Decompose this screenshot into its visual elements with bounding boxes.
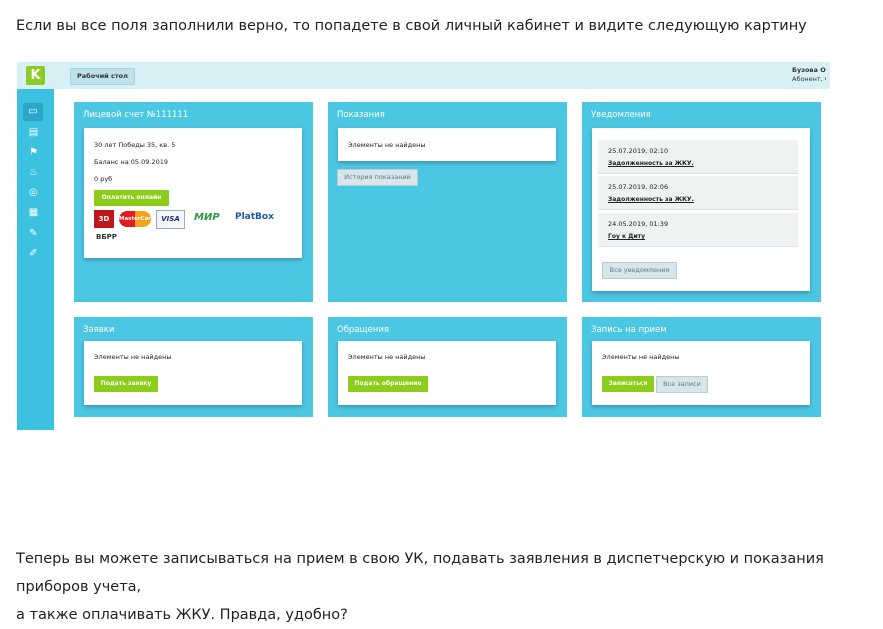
requests-title: Заявки — [83, 325, 115, 335]
tag-icon[interactable]: ✐ — [27, 247, 40, 260]
printer-icon[interactable]: ▦ — [27, 206, 40, 219]
readings-empty: Элементы не найдены — [348, 141, 426, 149]
outro-line-2: а также оплачивать ЖКУ. Правда, удобно? — [16, 607, 348, 623]
notification-link[interactable]: Задолженность за ЖКУ. — [608, 160, 694, 167]
appointment-title: Запись на прием — [591, 325, 667, 335]
notification-link[interactable]: Гоу к Диту — [608, 233, 645, 240]
notification-date: 25.07.2019, 02:06 — [608, 183, 669, 191]
balance-value: 0 руб — [94, 175, 113, 183]
cabinet-screenshot: K Рабочий стол Бузова О Абонент, С ▭ ▤ ⚑… — [17, 62, 830, 430]
notifications-title: Уведомления — [591, 110, 651, 120]
readings-card: Элементы не найдены — [338, 128, 556, 161]
all-notifications-button[interactable]: Все уведомления — [602, 262, 677, 279]
notification-link[interactable]: Задолженность за ЖКУ. — [608, 196, 694, 203]
submit-appeal-button[interactable]: Подать обращение — [348, 376, 428, 392]
user-name: Бузова О — [792, 66, 826, 74]
sidebar: ▭ ▤ ⚑ ♨ ◎ ▦ ✎ ✐ — [17, 89, 54, 430]
desktop-icon[interactable]: ▭ — [23, 103, 43, 121]
user-menu[interactable]: Бузова О Абонент, С — [792, 66, 826, 84]
breadcrumb-desktop[interactable]: Рабочий стол — [70, 68, 135, 85]
notifications-panel: Уведомления 25.07.2019, 02:10 Задолженно… — [582, 102, 821, 302]
requests-card: Элементы не найдены Подать заявку — [84, 341, 302, 405]
3d-secure-logo: 3D Secure — [94, 210, 121, 241]
appeals-title: Обращения — [337, 325, 389, 335]
flag-icon[interactable]: ⚑ — [27, 146, 40, 159]
signup-appointment-button[interactable]: Записаться — [602, 376, 654, 392]
submit-request-button[interactable]: Подать заявку — [94, 376, 158, 392]
visa-logo: VISA — [156, 210, 185, 229]
readings-panel: Показания Элементы не найдены История по… — [328, 102, 567, 302]
appeals-panel: Обращения Элементы не найдены Подать обр… — [328, 317, 567, 417]
mastercard-logo: MasterCard — [119, 211, 155, 227]
edit-icon[interactable]: ✎ — [27, 227, 40, 240]
balance-date: Баланс на 05.09.2019 — [94, 158, 168, 166]
appeals-empty: Элементы не найдены — [348, 353, 426, 361]
meter-icon[interactable]: ♨ — [27, 166, 40, 179]
requests-panel: Заявки Элементы не найдены Подать заявку — [74, 317, 313, 417]
payment-logos: 3D Secure MasterCard VISA МИР PlatBox ВБ… — [94, 210, 294, 250]
notifications-card: 25.07.2019, 02:10 Задолженность за ЖКУ. … — [592, 128, 810, 291]
outro-line-1: Теперь вы можете записываться на прием в… — [16, 551, 824, 595]
notification-date: 25.07.2019, 02:10 — [608, 147, 669, 155]
top-bar: K Рабочий стол Бузова О Абонент, С — [17, 62, 830, 89]
appointment-card: Элементы не найдены Записаться Все запис… — [592, 341, 810, 405]
pay-online-button[interactable]: Оплатить онлайн — [94, 190, 169, 206]
account-title: Лицевой счет №111111 — [83, 110, 189, 120]
readings-title: Показания — [337, 110, 385, 120]
notification-item[interactable]: 25.07.2019, 02:06 Задолженность за ЖКУ. — [598, 176, 798, 210]
all-appointments-button[interactable]: Все записи — [656, 376, 708, 393]
notification-date: 24.05.2019, 01:39 — [608, 220, 669, 228]
appeals-card: Элементы не найдены Подать обращение — [338, 341, 556, 405]
mir-logo: МИР — [194, 212, 220, 223]
appointment-empty: Элементы не найдены — [602, 353, 680, 361]
requests-empty: Элементы не найдены — [94, 353, 172, 361]
article-outro: Теперь вы можете записываться на прием в… — [16, 545, 876, 629]
appointment-panel: Запись на прием Элементы не найдены Запи… — [582, 317, 821, 417]
user-role: Абонент, С — [792, 75, 826, 83]
account-panel: Лицевой счет №111111 30 лет Победы 35, к… — [74, 102, 313, 302]
vbrr-logo: ВБРР — [96, 233, 117, 241]
app-logo[interactable]: K — [26, 66, 45, 85]
readings-history-button[interactable]: История показаний — [337, 169, 418, 186]
notification-item[interactable]: 24.05.2019, 01:39 Гоу к Диту — [598, 213, 798, 247]
coin-icon[interactable]: ◎ — [27, 186, 40, 199]
platbox-logo: PlatBox — [235, 212, 274, 222]
account-card: 30 лет Победы 35, кв. 5 Баланс на 05.09.… — [84, 128, 302, 258]
account-address: 30 лет Победы 35, кв. 5 — [94, 141, 176, 149]
article-intro: Если вы все поля заполнили верно, то поп… — [16, 18, 807, 34]
notification-item[interactable]: 25.07.2019, 02:10 Задолженность за ЖКУ. — [598, 140, 798, 174]
receipt-icon[interactable]: ▤ — [27, 126, 40, 139]
